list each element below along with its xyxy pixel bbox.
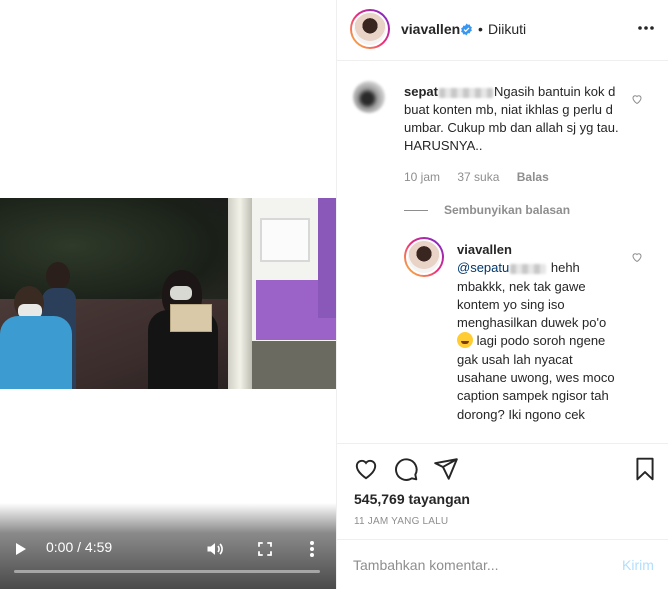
reply-mention[interactable]: @sepatu [457,260,509,275]
blurred-mention-part [510,263,547,274]
comments-list[interactable]: sepat Ngasih bantuin kok d buat konten mb… [337,61,668,443]
heart-icon[interactable] [353,456,379,482]
grinning-emoji-icon [457,332,473,349]
video-scene-pillar [228,198,252,389]
follow-status-button[interactable]: Diikuti [488,21,526,37]
video-controls: 0:00 / 4:59 [0,503,336,589]
post-timestamp[interactable]: 11 JAM YANG LALU [354,516,448,527]
comment-input[interactable] [353,555,593,575]
post-actions: 545,769 tayangan 11 JAM YANG LALU [337,443,668,539]
hide-replies-line [404,210,428,212]
post-comment-button[interactable]: Kirim [622,557,654,573]
comment-meta: 10 jam 37 suka Balas [404,170,563,184]
send-icon[interactable] [433,456,459,482]
header-separator: • [478,21,483,37]
username-link[interactable]: viavallen [401,21,460,37]
volume-icon[interactable] [205,539,225,559]
hide-replies-label: Sembunyikan balasan [444,203,571,217]
reply-body-part2: lagi podo soroh ngene gak usah lah nyaca… [457,333,615,422]
more-vertical-icon[interactable] [304,539,320,559]
blurred-username-part [438,87,493,98]
comment-username[interactable]: sepat [404,84,438,99]
avatar[interactable] [353,81,385,113]
more-horizontal-icon[interactable] [636,18,656,38]
video-panel[interactable]: 0:00 / 4:59 [0,0,336,589]
comment-time: 10 jam [404,170,441,184]
video-frame[interactable] [0,198,336,389]
post-detail-panel: viavallen • Diikuti sepat Ngasih bantuin … [336,0,668,589]
video-time: 0:00 / 4:59 [46,539,113,555]
video-scene-shelf [260,218,310,262]
bookmark-icon[interactable] [632,456,658,482]
video-scene-box [170,304,212,332]
hide-replies-button[interactable]: Sembunyikan balasan [404,203,570,217]
comment-likes[interactable]: 37 suka [457,170,499,184]
view-count[interactable]: 545,769 tayangan [354,491,470,507]
fullscreen-icon[interactable] [256,540,274,558]
comment-bar: Kirim [337,539,668,589]
play-icon[interactable] [16,543,26,555]
video-seek-bar[interactable] [14,570,320,573]
video-controls-row: 0:00 / 4:59 [0,537,336,563]
video-scene-purple-column [318,198,336,318]
reply-username[interactable]: viavallen [457,242,512,257]
reply-button[interactable]: Balas [517,170,549,184]
comment-icon[interactable] [393,456,419,482]
verified-badge-icon [461,23,472,36]
comment-text: sepat Ngasih bantuin kok d buat konten mb… [404,83,624,155]
avatar[interactable] [404,237,444,277]
avatar[interactable] [350,9,390,49]
post-header: viavallen • Diikuti [337,0,668,61]
video-person [0,286,72,389]
reply-text: viavallen @sepatu hehh mbakkk, nek tak g… [457,241,617,424]
heart-icon[interactable] [631,93,643,105]
heart-icon[interactable] [631,251,643,263]
video-scene-floor [252,341,336,389]
